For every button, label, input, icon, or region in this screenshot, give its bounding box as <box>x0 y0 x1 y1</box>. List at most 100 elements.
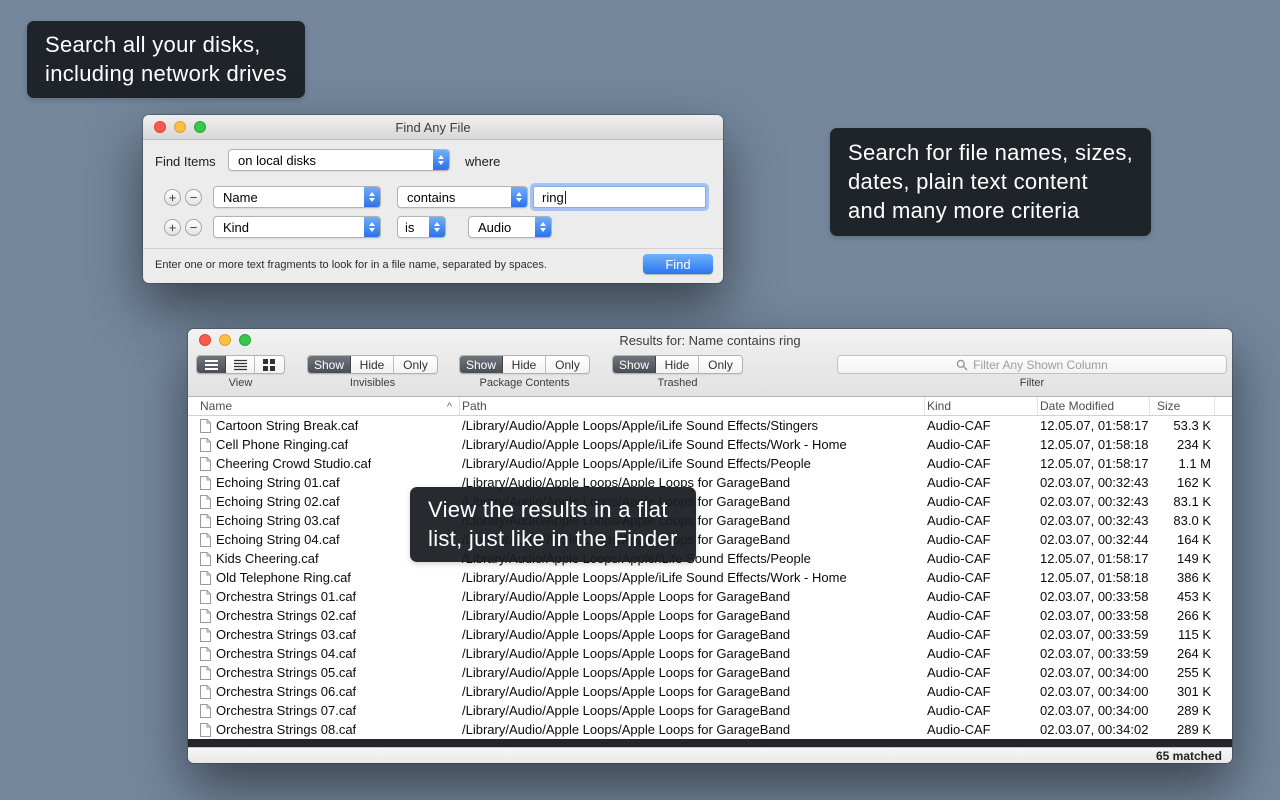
table-row[interactable]: Echoing String 03.caf /Library/Audio/App… <box>188 511 1232 530</box>
date-modified-cell: 02.03.07, 00:34:00 <box>1038 663 1150 682</box>
column-header-path[interactable]: Path <box>460 397 925 415</box>
table-row[interactable]: Orchestra Strings 02.caf /Library/Audio/… <box>188 606 1232 625</box>
callout-line: View the results in a flat <box>428 495 678 524</box>
zoom-button[interactable] <box>194 121 206 133</box>
criterion-field-value: Kind <box>214 220 364 235</box>
kind-cell: Audio-CAF <box>925 435 1038 454</box>
minimize-button[interactable] <box>174 121 186 133</box>
file-name: Cartoon String Break.caf <box>216 418 358 433</box>
size-cell: 83.0 K <box>1150 511 1215 530</box>
filter-field[interactable]: Filter Any Shown Column <box>837 355 1227 374</box>
package-contents-show-button[interactable]: Show <box>460 356 503 373</box>
invisibles-only-button[interactable]: Only <box>394 356 437 373</box>
where-label: where <box>465 154 500 169</box>
window-controls <box>199 334 251 346</box>
path-cell: /Library/Audio/Apple Loops/Apple/iLife S… <box>460 435 925 454</box>
criterion-operator-popup[interactable]: is <box>397 216 446 238</box>
minimize-button[interactable] <box>219 334 231 346</box>
table-row[interactable]: Echoing String 04.caf /Library/Audio/App… <box>188 530 1232 549</box>
table-row[interactable]: Cartoon String Break.caf /Library/Audio/… <box>188 416 1232 435</box>
scope-popup[interactable]: on local disks <box>228 149 450 171</box>
trashed-hide-button[interactable]: Hide <box>656 356 699 373</box>
table-row[interactable]: Orchestra Strings 08.caf /Library/Audio/… <box>188 720 1232 739</box>
name-cell: Orchestra Strings 07.caf <box>188 701 460 720</box>
path-cell: /Library/Audio/Apple Loops/Apple/iLife S… <box>460 416 925 435</box>
titlebar[interactable]: Results for: Name contains ring <box>188 329 1232 351</box>
close-button[interactable] <box>154 121 166 133</box>
file-name: Orchestra Strings 02.caf <box>216 608 356 623</box>
table-row[interactable]: Orchestra Strings 04.caf /Library/Audio/… <box>188 644 1232 663</box>
remove-criterion-button[interactable] <box>185 219 202 236</box>
package-contents-only-button[interactable]: Only <box>546 356 589 373</box>
table-row[interactable]: Orchestra Strings 01.caf /Library/Audio/… <box>188 587 1232 606</box>
column-header-size[interactable]: Size <box>1150 397 1215 415</box>
table-row[interactable]: Echoing String 01.caf /Library/Audio/App… <box>188 473 1232 492</box>
document-icon <box>199 495 211 509</box>
callout-search-disks: Search all your disks, including network… <box>27 21 305 98</box>
name-cell: Cartoon String Break.caf <box>188 416 460 435</box>
search-term-value: ring <box>542 190 564 205</box>
trashed-show-button[interactable]: Show <box>613 356 656 373</box>
document-icon <box>199 476 211 490</box>
table-header: Name Path Kind Date Modified Size <box>188 397 1232 416</box>
add-criterion-button[interactable] <box>164 219 181 236</box>
trashed-only-button[interactable]: Only <box>699 356 742 373</box>
size-cell: 1.1 M <box>1150 454 1215 473</box>
horizontal-scrollbar-strip[interactable] <box>188 739 1232 747</box>
invisibles-show-button[interactable]: Show <box>308 356 351 373</box>
criterion-value-popup[interactable]: Audio <box>468 216 552 238</box>
table-row[interactable]: Orchestra Strings 07.caf /Library/Audio/… <box>188 701 1232 720</box>
document-icon <box>199 590 211 604</box>
column-header-name[interactable]: Name <box>188 397 460 415</box>
window-controls <box>154 121 206 133</box>
table-row[interactable]: Kids Cheering.caf /Library/Audio/Apple L… <box>188 549 1232 568</box>
titlebar[interactable]: Find Any File <box>143 115 723 140</box>
icon-grid-view-button[interactable] <box>255 356 284 373</box>
package-contents-hide-button[interactable]: Hide <box>503 356 546 373</box>
find-button[interactable]: Find <box>643 254 713 274</box>
table-row[interactable]: Orchestra Strings 03.caf /Library/Audio/… <box>188 625 1232 644</box>
criterion-field-popup[interactable]: Name <box>213 186 381 208</box>
invisibles-group: Show Hide Only Invisibles <box>307 355 438 389</box>
table-row[interactable]: Orchestra Strings 06.caf /Library/Audio/… <box>188 682 1232 701</box>
table-row[interactable]: Cheering Crowd Studio.caf /Library/Audio… <box>188 454 1232 473</box>
file-name: Orchestra Strings 03.caf <box>216 627 356 642</box>
document-icon <box>199 457 211 471</box>
date-modified-cell: 02.03.07, 00:32:43 <box>1038 511 1150 530</box>
close-button[interactable] <box>199 334 211 346</box>
package-contents-group: Show Hide Only Package Contents <box>459 355 590 389</box>
column-header-date-modified[interactable]: Date Modified <box>1038 397 1150 415</box>
date-modified-cell: 02.03.07, 00:33:59 <box>1038 625 1150 644</box>
size-cell: 453 K <box>1150 587 1215 606</box>
add-criterion-button[interactable] <box>164 189 181 206</box>
path-cell: /Library/Audio/Apple Loops/Apple Loops f… <box>460 606 925 625</box>
zoom-button[interactable] <box>239 334 251 346</box>
date-modified-cell: 02.03.07, 00:34:00 <box>1038 682 1150 701</box>
hint-text: Enter one or more text fragments to look… <box>155 259 635 271</box>
table-row[interactable]: Old Telephone Ring.caf /Library/Audio/Ap… <box>188 568 1232 587</box>
size-cell: 234 K <box>1150 435 1215 454</box>
list-view-button[interactable] <box>197 356 226 373</box>
table-row[interactable]: Cell Phone Ringing.caf /Library/Audio/Ap… <box>188 435 1232 454</box>
search-term-input[interactable]: ring <box>533 186 706 208</box>
file-name: Orchestra Strings 01.caf <box>216 589 356 604</box>
date-modified-cell: 12.05.07, 01:58:18 <box>1038 435 1150 454</box>
invisibles-hide-button[interactable]: Hide <box>351 356 394 373</box>
date-modified-cell: 02.03.07, 00:34:00 <box>1038 701 1150 720</box>
remove-criterion-button[interactable] <box>185 189 202 206</box>
package-contents-label: Package Contents <box>480 377 570 389</box>
kind-cell: Audio-CAF <box>925 663 1038 682</box>
kind-cell: Audio-CAF <box>925 511 1038 530</box>
criterion-operator-popup[interactable]: contains <box>397 186 528 208</box>
name-cell: Orchestra Strings 03.caf <box>188 625 460 644</box>
date-modified-cell: 02.03.07, 00:33:58 <box>1038 606 1150 625</box>
table-row[interactable]: Echoing String 02.caf /Library/Audio/App… <box>188 492 1232 511</box>
file-name: Old Telephone Ring.caf <box>216 570 351 585</box>
table-row[interactable]: Orchestra Strings 05.caf /Library/Audio/… <box>188 663 1232 682</box>
toolbar: View Show Hide Only Invisibles Show Hide… <box>188 351 1232 397</box>
criterion-field-popup[interactable]: Kind <box>213 216 381 238</box>
filter-group: Filter Any Shown Column Filter <box>837 355 1227 389</box>
detail-list-view-button[interactable] <box>226 356 255 373</box>
results-window: Results for: Name contains ring View Sho… <box>188 329 1232 763</box>
column-header-kind[interactable]: Kind <box>925 397 1038 415</box>
